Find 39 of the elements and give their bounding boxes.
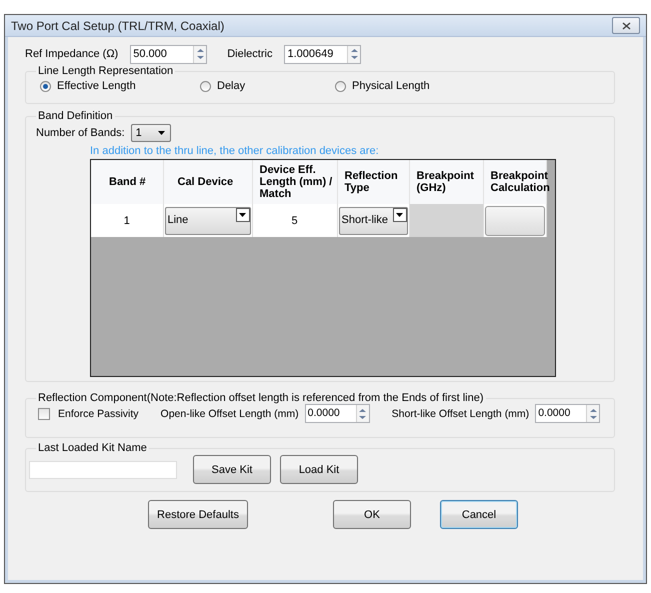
radio-label[interactable]: Physical Length [352,80,430,92]
group-title: Band Definition [37,110,114,122]
checkbox[interactable] [38,408,50,420]
radio-label[interactable]: Effective Length [57,80,136,92]
input-field[interactable] [29,460,177,478]
radio-button[interactable] [335,80,346,92]
radio-button[interactable] [40,80,51,92]
cell-button[interactable] [484,206,544,236]
window-title: Two Port Cal Setup (TRL/TRM, Coaxial) [11,18,224,32]
dialog-button[interactable]: Cancel [440,500,518,529]
kit-button[interactable]: Load Kit [280,455,358,484]
field-label: Dielectric [227,48,272,60]
radio-label[interactable]: Delay [217,80,246,92]
info-text: In addition to the thru line, the other calibration devices are: [90,145,380,157]
group-title: Reflection Component(Note:Reflection offset length is referenced from the Ends of first line) [37,392,485,404]
column-header: Reflection Type [337,160,409,204]
field-label: Short-like Offset Length (mm) [392,408,530,420]
field-label: Open-like Offset Length (mm) [160,408,299,420]
column-header: Band # [91,160,163,204]
dropdown[interactable]: 1 [130,124,171,142]
field-label: Ref Impedance (Ω) [25,48,118,60]
column-header: Device Eff. Length (mm) / Match [252,160,337,204]
cell-dropdown[interactable]: Short-like [338,206,408,234]
table-cell: 1 [91,204,163,237]
dialog-button[interactable]: OK [333,500,411,529]
cell-dropdown[interactable]: Line [164,206,250,234]
close-icon [622,22,630,30]
radio-button[interactable] [200,80,211,92]
caret-icon [158,131,165,135]
column-header: Cal Device [163,160,252,204]
group-title: Line Length Representation [37,65,174,77]
dialog-button[interactable]: Restore Defaults [148,500,248,529]
close-button[interactable] [612,17,640,34]
table-cell: 5 [252,204,337,237]
group-title: Last Loaded Kit Name [37,442,148,454]
column-header: Breakpoint (GHz) [409,160,483,204]
kit-button[interactable]: Save Kit [193,455,271,484]
field-label: Number of Bands: [36,127,125,139]
checkbox-label[interactable]: Enforce Passivity [58,408,139,420]
